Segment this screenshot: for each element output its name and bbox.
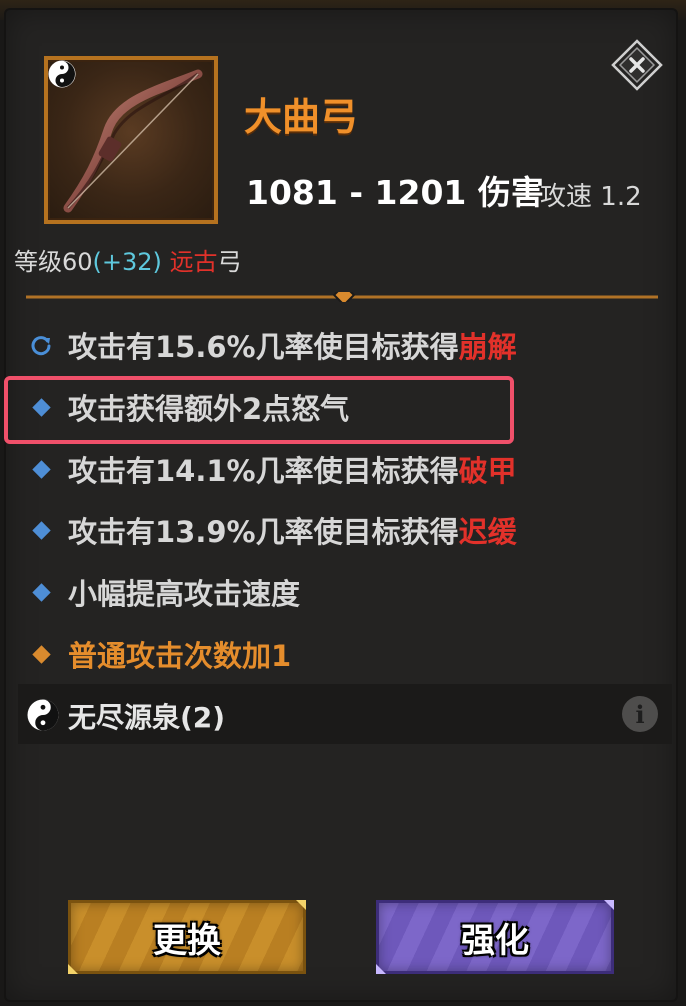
swap-button[interactable]: 更换 (68, 900, 306, 974)
stat-row-5: 小幅提高攻击速度 (30, 567, 300, 617)
stat-keyword: 迟缓 (458, 515, 517, 549)
stat-keyword: 崩解 (458, 330, 517, 364)
item-damage: 1081 - 1201 伤害 (246, 173, 544, 212)
attack-speed-value: 1.2 (600, 182, 642, 212)
info-icon[interactable]: i (622, 696, 658, 732)
attack-speed: 攻速 1.2 (540, 176, 642, 213)
stat-row-4: 攻击有13.9%几率使目标获得 迟缓 (30, 505, 517, 555)
item-type: 弓 (217, 248, 242, 276)
item-tooltip-screen: 大曲弓 1081 - 1201 伤害 攻速 1.2 等级60(+32) 远古弓 … (0, 0, 686, 1006)
diamond-bullet-icon (30, 519, 52, 541)
stat-keyword: 破甲 (458, 454, 517, 488)
enhance-button[interactable]: 强化 (376, 900, 614, 974)
item-rarity: 远古 (169, 248, 218, 276)
stat-text: 攻击有13.9%几率使目标获得 (68, 515, 459, 549)
item-name: 大曲弓 (244, 95, 359, 139)
diamond-bullet-icon (30, 458, 52, 480)
swap-button-label: 更换 (153, 920, 221, 961)
item-level-line: 等级60(+32) 远古弓 (14, 242, 242, 277)
refresh-icon (30, 334, 52, 356)
close-icon[interactable] (606, 34, 668, 96)
stat-text: 攻击有14.1%几率使目标获得 (68, 454, 459, 488)
item-icon-frame (44, 56, 218, 224)
diamond-bullet-orange-icon (30, 643, 52, 665)
stat-row-6: 普通攻击次数加1 (30, 629, 291, 679)
corner-accent-icon (376, 964, 386, 974)
yin-yang-icon (27, 699, 59, 731)
corner-accent-icon (604, 900, 614, 910)
diamond-bullet-icon (30, 581, 52, 603)
corner-accent-icon (68, 964, 78, 974)
stat-text: 攻击有15.6%几率使目标获得 (68, 330, 459, 364)
stat-text: 小幅提高攻击速度 (68, 577, 301, 611)
yin-yang-icon (48, 60, 76, 88)
stat-row-3: 攻击有14.1%几率使目标获得 破甲 (30, 444, 517, 494)
item-level-bonus: (+32) (92, 248, 162, 276)
section-divider (26, 292, 658, 302)
highlight-box (4, 376, 514, 444)
enhance-button-label: 强化 (461, 920, 529, 961)
set-bonus-label: 无尽源泉(2) (68, 701, 226, 734)
stat-text: 普通攻击次数加1 (68, 639, 292, 673)
corner-accent-icon (296, 900, 306, 910)
attack-speed-label: 攻速 (540, 182, 593, 212)
set-bonus-bar[interactable]: 无尽源泉(2) i (18, 684, 672, 744)
item-level: 等级60 (14, 248, 93, 276)
stat-row-1: 攻击有15.6%几率使目标获得 崩解 (30, 320, 517, 370)
